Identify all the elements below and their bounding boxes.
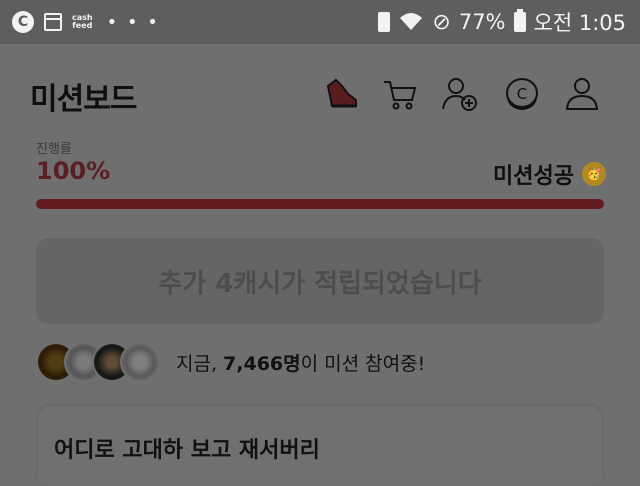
cashfeed-app-icon: C xyxy=(12,11,34,33)
data-saver-icon xyxy=(378,12,391,32)
cashfeed-logo-bottom: feed xyxy=(72,21,93,30)
mission-board-screen: 미션보드 C 진행률 100% 미션성공 🥳 추가 4캐시가 적립되었습니다 지… xyxy=(0,44,640,486)
add-friend-icon[interactable] xyxy=(440,74,480,114)
profile-icon[interactable] xyxy=(562,74,602,114)
participants-count: 7,466명 xyxy=(223,352,301,375)
mission-card-title: 어디로 고대하 보고 재서버리 xyxy=(54,438,320,463)
page-title: 미션보드 xyxy=(30,82,137,117)
svg-text:C: C xyxy=(517,85,527,103)
status-left: C cash feed • • • xyxy=(12,11,160,33)
mission-status: 미션성공 🥳 xyxy=(493,158,606,190)
progress-label: 진행률 xyxy=(36,142,72,157)
participants-text: 지금, 7,466명이 미션 참여중! xyxy=(176,349,425,376)
shoe-icon[interactable] xyxy=(322,74,362,114)
calendar-icon xyxy=(44,13,62,31)
clock: 오전 1:05 xyxy=(533,11,626,35)
coin-icon[interactable]: C xyxy=(502,74,542,114)
status-right: ⊘ 77% 오전 1:05 xyxy=(378,7,626,37)
participants-prefix: 지금, xyxy=(176,352,224,375)
battery-icon xyxy=(513,9,526,32)
mission-status-label: 미션성공 xyxy=(493,164,574,189)
status-bar: C cash feed • • • ⊘ 77% 오전 1:05 xyxy=(0,0,640,44)
cashfeed-logo-icon: cash feed xyxy=(72,14,93,30)
do-not-disturb-icon: ⊘ xyxy=(432,9,451,35)
mission-card[interactable]: 어디로 고대하 보고 재서버리 xyxy=(38,406,602,486)
avatar xyxy=(120,342,160,382)
cart-icon[interactable] xyxy=(380,74,420,114)
participants-suffix: 이 미션 참여중! xyxy=(300,352,426,375)
battery-percent: 77% xyxy=(458,10,506,34)
participants-row: 지금, 7,466명이 미션 참여중! xyxy=(36,342,425,382)
progress-bar xyxy=(36,199,604,209)
more-notifications-icon: • • • xyxy=(106,11,160,33)
wifi-icon xyxy=(400,13,423,30)
progress-value: 100% xyxy=(36,157,111,185)
party-face-icon: 🥳 xyxy=(582,162,606,186)
progress-bar-fill xyxy=(36,199,604,209)
reward-banner[interactable]: 추가 4캐시가 적립되었습니다 xyxy=(36,238,604,324)
